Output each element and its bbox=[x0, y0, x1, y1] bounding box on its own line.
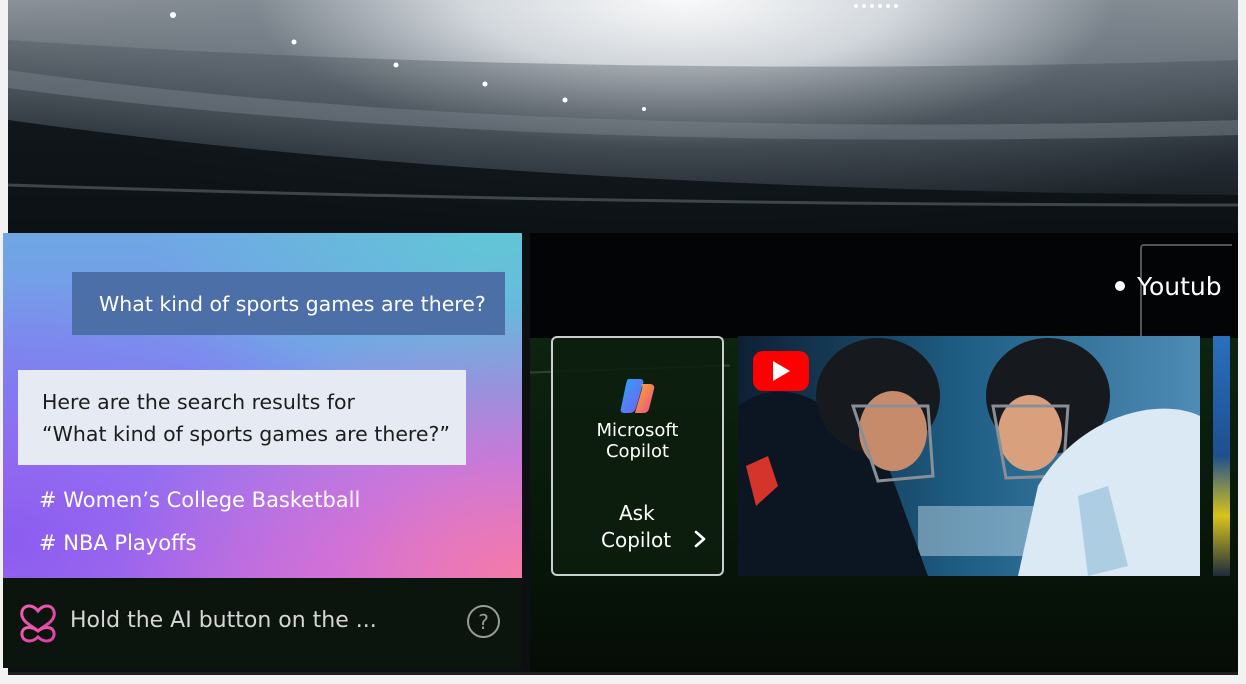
copilot-name-line-1: Microsoft bbox=[596, 420, 679, 441]
lg-ai-icon bbox=[20, 604, 56, 643]
ai-response-line-2: “What kind of sports games are there?” bbox=[42, 422, 451, 446]
youtube-icon bbox=[753, 351, 809, 391]
ai-response-line-1: Here are the search results for bbox=[42, 390, 355, 414]
ask-copilot-card[interactable]: Microsoft Copilot Ask Copilot bbox=[551, 336, 724, 576]
section-label-text: Youtub bbox=[1137, 271, 1222, 301]
copilot-name-line-2: Copilot bbox=[605, 441, 670, 462]
ask-copilot-line-1: Ask bbox=[619, 501, 655, 525]
ai-hint-text: Hold the AI button on the ... bbox=[70, 608, 377, 633]
ai-hint-bar: Hold the AI button on the ... ? bbox=[3, 578, 522, 668]
copilot-icon bbox=[620, 379, 655, 413]
stadium-background bbox=[8, 0, 1238, 233]
youtube-section-label[interactable]: Youtub bbox=[1115, 268, 1222, 304]
help-icon[interactable]: ? bbox=[467, 605, 500, 638]
youtube-video-thumbnail[interactable] bbox=[738, 336, 1200, 576]
chevron-right-icon bbox=[694, 530, 706, 548]
ai-response-bubble: Here are the search results for “What ki… bbox=[18, 370, 466, 465]
stadium-stands bbox=[8, 4, 1238, 233]
play-icon bbox=[773, 361, 790, 381]
suggestion-womens-college-basketball[interactable]: # Women’s College Basketball bbox=[39, 488, 360, 512]
ask-copilot-label: Ask Copilot bbox=[601, 500, 671, 554]
bullet-icon bbox=[1115, 281, 1125, 291]
copilot-name: Microsoft Copilot bbox=[553, 420, 722, 462]
next-thumbnail-partial[interactable] bbox=[1213, 336, 1230, 576]
suggestion-nba-playoffs[interactable]: # NBA Playoffs bbox=[39, 531, 196, 555]
ai-chat-panel: What kind of sports games are there? Her… bbox=[3, 233, 522, 578]
screen-bottom-edge bbox=[8, 672, 1238, 675]
ask-copilot-line-2: Copilot bbox=[601, 528, 672, 552]
user-query-bubble: What kind of sports games are there? bbox=[72, 272, 505, 335]
